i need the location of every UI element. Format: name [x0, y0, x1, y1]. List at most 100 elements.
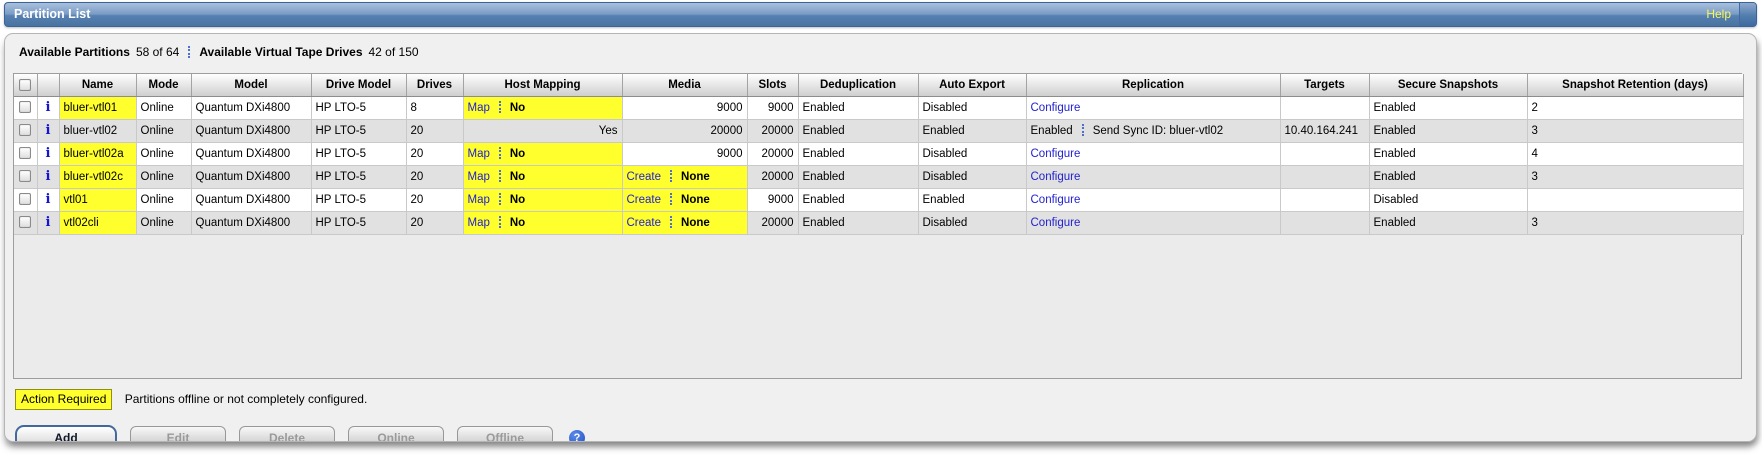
cell-media: CreateNone [622, 189, 747, 212]
info-icon[interactable]: i [46, 169, 51, 184]
cell-mode: Online [136, 120, 191, 143]
info-icon[interactable]: i [46, 100, 51, 115]
cell-deduplication: Enabled [798, 166, 918, 189]
cell-name: bluer-vtl02a [59, 143, 136, 166]
configure-link[interactable]: Configure [1031, 102, 1081, 114]
cell-secure-snapshots: Enabled [1369, 143, 1527, 166]
dotted-separator [499, 216, 501, 228]
info-icon[interactable]: i [46, 215, 51, 230]
cell-model: Quantum DXi4800 [191, 143, 311, 166]
cell-auto-export: Disabled [918, 166, 1026, 189]
row-select-checkbox[interactable] [19, 193, 31, 205]
col-header-host-mapping: Host Mapping [463, 74, 622, 97]
cell-value: No [510, 102, 525, 114]
map-link[interactable]: Map [468, 171, 490, 183]
cell-slots: 20000 [747, 143, 798, 166]
configure-link[interactable]: Configure [1031, 148, 1081, 160]
cell-snapshot-retention: 2 [1527, 97, 1743, 120]
info-icon[interactable]: i [46, 123, 51, 138]
col-header-media: Media [622, 74, 747, 97]
row-select-checkbox[interactable] [19, 124, 31, 136]
dotted-separator [670, 193, 672, 205]
col-header-secure-snapshots: Secure Snapshots [1369, 74, 1527, 97]
table-row: ibluer-vtl02OnlineQuantum DXi4800HP LTO-… [14, 120, 1743, 143]
cell-model: Quantum DXi4800 [191, 97, 311, 120]
cell-model: Quantum DXi4800 [191, 166, 311, 189]
cell-host-mapping: Yes [463, 120, 622, 143]
cell-drives: 20 [406, 189, 463, 212]
cell-secure-snapshots: Enabled [1369, 97, 1527, 120]
cell-targets: 10.40.164.241 [1280, 120, 1369, 143]
cell-name: bluer-vtl02c [59, 166, 136, 189]
cell-value: None [681, 171, 710, 183]
row-select-checkbox[interactable] [19, 170, 31, 182]
cell-value: No [510, 194, 525, 206]
configure-link[interactable]: Configure [1031, 194, 1081, 206]
dotted-separator [188, 46, 190, 58]
cell-drives: 8 [406, 97, 463, 120]
row-select-checkbox[interactable] [19, 101, 31, 113]
cell-auto-export: Enabled [918, 120, 1026, 143]
cell-value: No [510, 171, 525, 183]
cell-secure-snapshots: Enabled [1369, 120, 1527, 143]
help-link[interactable]: Help [1706, 3, 1731, 26]
cell-info: i [37, 166, 59, 189]
map-link[interactable]: Map [468, 217, 490, 229]
cell-secure-snapshots: Disabled [1369, 189, 1527, 212]
col-header-drive-model: Drive Model [311, 74, 406, 97]
create-link[interactable]: Create [627, 217, 662, 229]
available-drives-value: 42 of 150 [369, 45, 419, 59]
cell-auto-export: Disabled [918, 143, 1026, 166]
add-button[interactable]: Add [15, 425, 117, 442]
help-icon[interactable]: ? [569, 430, 585, 443]
dotted-separator [1082, 124, 1084, 136]
cell-name: vtl01 [59, 189, 136, 212]
cell-targets [1280, 143, 1369, 166]
configure-link[interactable]: Configure [1031, 217, 1081, 229]
col-header-replication: Replication [1026, 74, 1280, 97]
online-button[interactable]: Online [348, 426, 444, 442]
cell-deduplication: Enabled [798, 212, 918, 235]
cell-model: Quantum DXi4800 [191, 212, 311, 235]
map-link[interactable]: Map [468, 194, 490, 206]
delete-button[interactable]: Delete [239, 426, 335, 442]
header-row: NameModeModelDrive ModelDrivesHost Mappi… [14, 74, 1743, 97]
edit-button[interactable]: Edit [130, 426, 226, 442]
map-link[interactable]: Map [468, 102, 490, 114]
replication-status: Enabled [1031, 125, 1073, 137]
configure-link[interactable]: Configure [1031, 171, 1081, 183]
cell-replication: Configure [1026, 212, 1280, 235]
availability-stats: Available Partitions58 of 64Available Vi… [5, 34, 1756, 64]
cell-mode: Online [136, 97, 191, 120]
create-link[interactable]: Create [627, 171, 662, 183]
cell-info: i [37, 97, 59, 120]
cell-drive-model: HP LTO-5 [311, 212, 406, 235]
row-select-checkbox[interactable] [19, 216, 31, 228]
cell-replication: Configure [1026, 189, 1280, 212]
action-required-badge: Action Required [15, 389, 112, 410]
cell-replication: Configure [1026, 143, 1280, 166]
cell-auto-export: Enabled [918, 189, 1026, 212]
map-link[interactable]: Map [468, 148, 490, 160]
col-header-targets: Targets [1280, 74, 1369, 97]
create-link[interactable]: Create [627, 194, 662, 206]
table-row: ibluer-vtl02cOnlineQuantum DXi4800HP LTO… [14, 166, 1743, 189]
cell-mode: Online [136, 212, 191, 235]
row-select-checkbox[interactable] [19, 147, 31, 159]
action-buttons: Add Edit Delete Online Offline? [15, 425, 1756, 442]
legend-text: Partitions offline or not completely con… [125, 392, 368, 406]
cell-drive-model: HP LTO-5 [311, 97, 406, 120]
info-icon[interactable]: i [46, 192, 51, 207]
select-all-checkbox[interactable] [19, 79, 31, 91]
cell-value: No [510, 217, 525, 229]
dotted-separator [499, 170, 501, 182]
dotted-separator [670, 216, 672, 228]
offline-button[interactable]: Offline [457, 426, 553, 442]
cell-targets [1280, 189, 1369, 212]
available-partitions-label: Available Partitions [19, 45, 130, 59]
dotted-separator [670, 170, 672, 182]
cell-drives: 20 [406, 120, 463, 143]
col-header-mode: Mode [136, 74, 191, 97]
info-icon[interactable]: i [46, 146, 51, 161]
cell-drives: 20 [406, 212, 463, 235]
